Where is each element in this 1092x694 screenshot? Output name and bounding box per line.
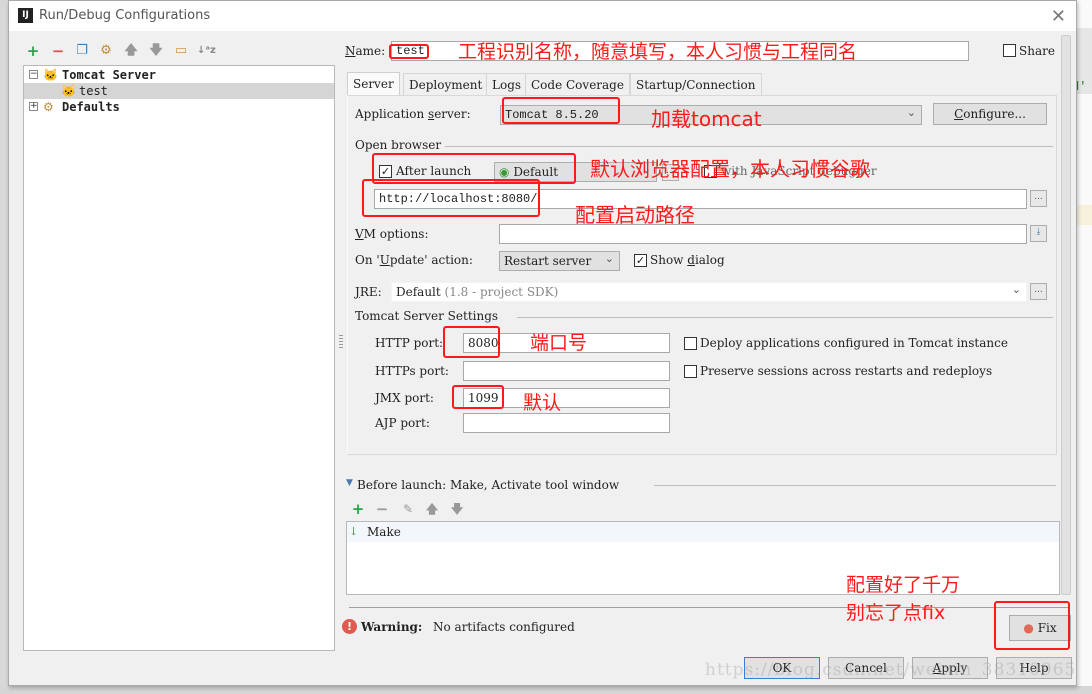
background-ide-bottom [0,686,1092,694]
jmx-port-label: JMX port: [375,391,434,405]
group-divider [517,317,1053,318]
edit-icon[interactable]: ✎ [399,500,417,518]
list-item[interactable]: ↓ Make [347,522,1059,542]
annotation-box-url [362,179,540,217]
share-label: Share [1019,44,1055,58]
collapse-icon[interactable]: − [29,70,38,79]
jre-select[interactable]: Default (1.8 - project SDK) ⌄ [391,282,1027,302]
tab-server[interactable]: Server [347,72,400,96]
intellij-app-icon: IJ [18,8,33,23]
on-update-label: On 'Update' action: [355,253,473,267]
chevron-down-icon: ⌄ [604,252,614,265]
open-browser-group-label: Open browser [355,138,442,152]
ajp-port-label: AJP port: [375,416,430,430]
on-update-select[interactable]: Restart server ⌄ [499,251,620,271]
tab-logs[interactable]: Logs [486,73,528,95]
tomcat-settings-group-label: Tomcat Server Settings [355,309,499,323]
add-icon[interactable]: + [24,42,42,60]
tab-code-coverage[interactable]: Code Coverage [525,73,630,95]
title-bar: IJ Run/Debug Configurations ✕ [9,1,1076,31]
annotation-fix-line1: 配置好了千万 [846,574,961,596]
copy-icon[interactable]: ❐ [73,42,91,60]
annotation-port: 端口号 [530,332,588,354]
tree-item-test[interactable]: 🐱 test [24,83,334,99]
preserve-sessions-label: Preserve sessions across restarts and re… [700,364,993,378]
remove-icon[interactable]: − [373,500,391,518]
annotation-name: 工程识别名称，随意填写，本人习惯与工程同名 [458,41,858,63]
add-icon[interactable]: + [349,500,367,518]
jre-label: JRE: [355,285,382,299]
deploy-apps-label: Deploy applications configured in Tomcat… [700,336,1008,350]
sort-alpha-icon[interactable]: ↓ᵃz [197,42,216,60]
ajp-port-input[interactable] [463,413,670,433]
deploy-apps-checkbox[interactable] [684,337,697,350]
before-launch-header[interactable]: Before launch: Make, Activate tool windo… [357,478,619,492]
configure-button[interactable]: Configure... [933,103,1047,125]
wrench-icon[interactable]: ⚙ [97,42,115,60]
annotation-box-port [443,326,500,358]
tree-item-tomcat-server[interactable]: − 🐱 Tomcat Server [24,67,334,83]
tab-startup-connection[interactable]: Startup/Connection [630,73,762,95]
error-icon: ! [342,619,357,634]
chevron-down-icon: ⌄ [1011,283,1021,296]
annotation-box-server [502,97,620,124]
annotation-server: 加载tomcat [651,107,762,131]
annotation-url: 配置启动路径 [575,203,695,227]
expand-icon[interactable]: + [29,102,38,111]
background-ide [0,0,8,694]
tomcat-config-icon: 🐱 [61,84,76,98]
move-down-icon[interactable]: 🡇 [147,42,165,60]
group-divider [445,146,1053,147]
move-up-icon[interactable]: 🡅 [122,42,140,60]
vm-options-label: VM options: [355,227,429,241]
annotation-box-fix [994,601,1070,650]
tab-deployment[interactable]: Deployment [403,73,489,95]
annotation-fix-line2: 别忘了点fix [846,602,946,624]
http-port-label: HTTP port: [375,336,444,350]
show-dialog-checkbox[interactable]: ✓ [634,254,647,267]
wrench-icon: ⚙ [43,100,54,114]
jre-ellipsis-button[interactable]: ... [1030,283,1047,300]
close-icon[interactable]: ✕ [1051,6,1066,27]
move-down-icon[interactable]: 🡇 [448,500,466,518]
tomcat-icon: 🐱 [43,68,58,82]
window-title: Run/Debug Configurations [39,8,211,23]
group-divider [654,485,1056,486]
remove-icon[interactable]: − [49,42,67,60]
folder-icon[interactable]: ▭ [172,42,190,60]
divider [349,607,1069,608]
warning-prefix: Warning: [361,620,423,634]
scrollbar[interactable] [1061,35,1071,595]
share-checkbox[interactable] [1003,44,1016,57]
expand-field-icon[interactable]: ⤓ [1030,225,1047,242]
make-icon: ↓ [349,525,359,538]
watermark: https://blog.csdn.net/weixin_38310965 [705,660,1077,680]
annotation-jmx: 默认 [523,392,562,414]
show-dialog-label: Show dialog [650,253,725,267]
annotation-browser: 默认浏览器配置，本人习惯谷歌 [590,157,870,181]
configuration-tree: − 🐱 Tomcat Server 🐱 test + ⚙ Defaults [23,65,335,651]
https-port-label: HTTPs port: [375,364,449,378]
https-port-input[interactable] [463,361,670,381]
annotation-box-jmx [452,385,504,409]
tree-item-defaults[interactable]: + ⚙ Defaults [24,99,334,115]
preserve-sessions-checkbox[interactable] [684,365,697,378]
move-up-icon[interactable]: 🡅 [423,500,441,518]
warning-message: No artifacts configured [433,620,575,634]
chevron-down-icon: ⌄ [906,106,916,119]
splitter-handle[interactable] [339,65,343,655]
annotation-box-name [389,44,429,59]
url-ellipsis-button[interactable]: ... [1030,190,1047,207]
collapse-triangle-icon[interactable]: ▼ [346,478,353,488]
app-server-label: Application server: [355,107,471,121]
name-label: Name: [345,44,386,58]
